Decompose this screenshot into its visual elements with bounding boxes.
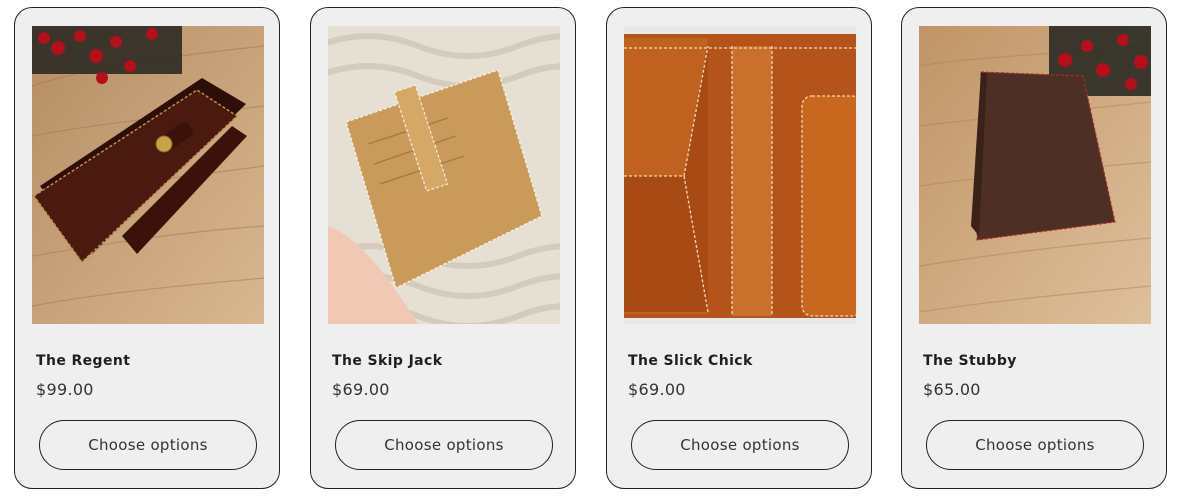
choose-options-button[interactable]: Choose options (926, 420, 1144, 470)
product-image[interactable] (624, 26, 856, 324)
wallet-photo (32, 26, 264, 324)
wallet-photo (624, 26, 856, 324)
product-title[interactable]: The Slick Chick (628, 353, 753, 369)
product-price: $65.00 (923, 380, 981, 399)
product-price: $69.00 (332, 380, 390, 399)
product-image[interactable] (328, 26, 560, 324)
wallet-photo (919, 26, 1151, 324)
choose-options-button[interactable]: Choose options (39, 420, 257, 470)
product-card: The Stubby $65.00 Choose options (901, 7, 1167, 489)
product-price: $99.00 (36, 380, 94, 399)
product-title[interactable]: The Stubby (923, 353, 1017, 369)
product-title[interactable]: The Skip Jack (332, 353, 442, 369)
product-title[interactable]: The Regent (36, 353, 130, 369)
product-image[interactable] (919, 26, 1151, 324)
choose-options-button[interactable]: Choose options (335, 420, 553, 470)
product-card: The Regent $99.00 Choose options (14, 7, 280, 489)
product-card: The Slick Chick $69.00 Choose options (606, 7, 872, 489)
wallet-photo (328, 26, 560, 324)
product-image[interactable] (32, 26, 264, 324)
choose-options-button[interactable]: Choose options (631, 420, 849, 470)
product-card: The Skip Jack $69.00 Choose options (310, 7, 576, 489)
product-price: $69.00 (628, 380, 686, 399)
product-grid: The Regent $99.00 Choose options The Ski… (0, 0, 1190, 502)
